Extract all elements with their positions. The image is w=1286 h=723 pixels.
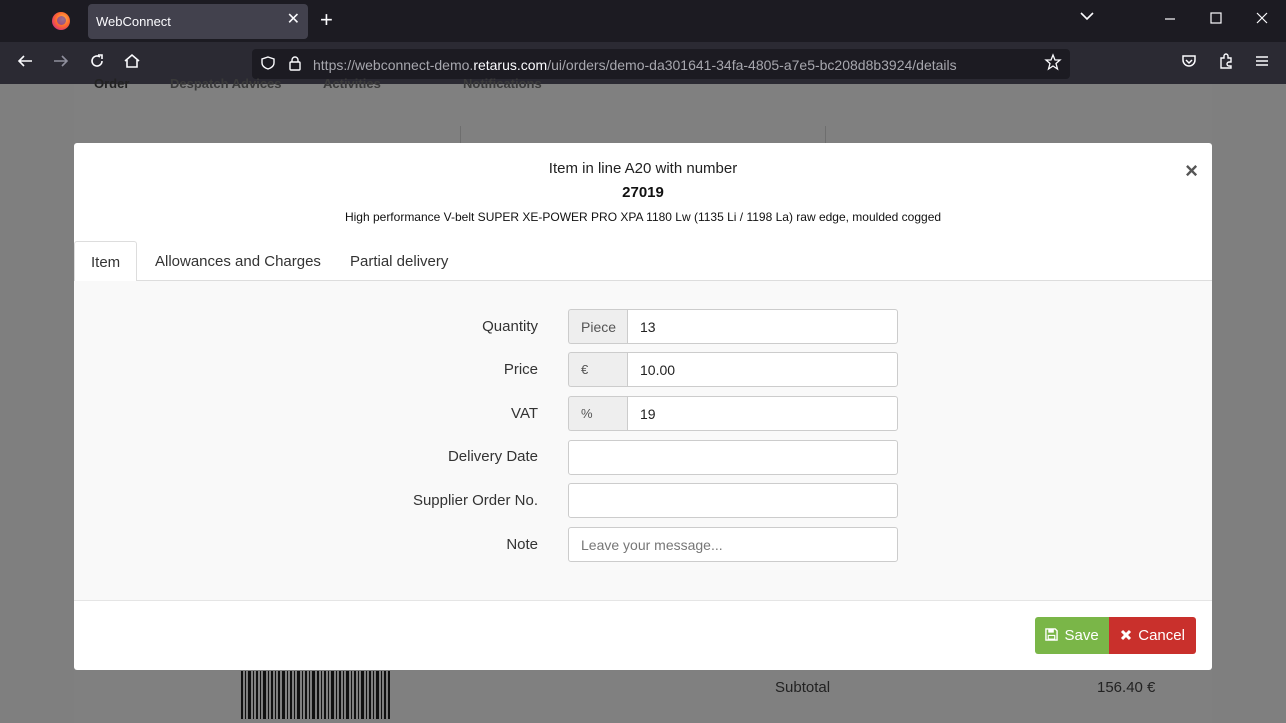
price-input[interactable]: 10.00 — [627, 352, 898, 387]
url-domain: retarus.com — [473, 57, 548, 73]
note-label: Note — [506, 536, 538, 553]
url-path: /ui/orders/demo-da301641-34fa-4805-a7e5-… — [547, 57, 957, 73]
url-text[interactable]: https://webconnect-demo.retarus.com/ui/o… — [313, 57, 957, 73]
bookmark-star-icon[interactable] — [1044, 53, 1062, 76]
vat-label: VAT — [511, 405, 538, 422]
tab-item[interactable]: Item — [74, 241, 138, 282]
bg-tab-notifications: Notifications — [463, 76, 542, 91]
item-form: Quantity Piece 13 Price € 10.00 VAT % 19… — [74, 281, 1212, 601]
tracking-protection-shield-icon[interactable] — [260, 55, 276, 74]
percent-addon: % — [568, 396, 628, 431]
browser-tab-bar: WebConnect ✕ + — [0, 0, 1286, 42]
bg-divider — [460, 126, 461, 143]
times-icon — [1121, 629, 1132, 641]
lock-icon[interactable] — [287, 55, 303, 74]
url-prefix: https://webconnect-demo. — [313, 57, 474, 73]
item-modal: × Item in line A20 with number 27019 Hig… — [74, 143, 1212, 670]
subtotal-label: Subtotal — [775, 679, 831, 696]
extensions-icon[interactable] — [1217, 52, 1235, 74]
floppy-disk-icon — [1045, 628, 1059, 641]
tab-partial-delivery[interactable]: Partial delivery — [334, 241, 464, 281]
modal-tabs: Item Allowances and Charges Partial deli… — [74, 241, 1212, 282]
bg-tab-despatch: Despatch Advices — [170, 76, 282, 91]
tab-list-chevron-icon[interactable] — [1079, 8, 1095, 29]
minimize-icon[interactable] — [1162, 10, 1178, 31]
home-icon[interactable] — [123, 52, 141, 74]
delivery-date-input[interactable] — [568, 440, 898, 475]
pocket-icon[interactable] — [1180, 52, 1198, 74]
supplier-order-input[interactable] — [568, 483, 898, 518]
app-menu-icon[interactable] — [1253, 52, 1271, 74]
delivery-date-label: Delivery Date — [447, 448, 538, 465]
quantity-unit-addon: Piece — [568, 309, 628, 344]
back-icon[interactable] — [16, 52, 34, 74]
modal-footer: Save Cancel — [74, 600, 1212, 670]
supplier-order-label: Supplier Order No. — [412, 492, 538, 509]
bg-tab-order: Order — [94, 76, 130, 91]
tab-title: WebConnect — [96, 14, 171, 29]
modal-title: Item in line A20 with number — [548, 160, 738, 177]
barcode-image — [241, 671, 390, 719]
window-close-icon[interactable] — [1254, 10, 1270, 31]
quantity-label: Quantity — [482, 318, 538, 335]
new-tab-icon[interactable]: + — [320, 8, 333, 32]
bg-divider — [825, 126, 826, 143]
vat-input[interactable]: 19 — [627, 396, 898, 431]
reload-icon[interactable] — [88, 52, 106, 74]
tab-close-icon[interactable]: ✕ — [287, 11, 300, 29]
item-number: 27019 — [622, 184, 664, 201]
bg-tab-activities: Activities — [323, 76, 381, 91]
subtotal-value: 156.40 € — [1097, 679, 1156, 696]
quantity-input[interactable]: 13 — [627, 309, 898, 344]
url-bar[interactable]: https://webconnect-demo.retarus.com/ui/o… — [252, 49, 1070, 79]
cancel-label: Cancel — [1138, 627, 1185, 644]
note-placeholder: Leave your message... — [581, 537, 723, 553]
note-input[interactable]: Leave your message... — [568, 527, 898, 562]
save-button[interactable]: Save — [1035, 617, 1109, 654]
item-description: High performance V-belt SUPER XE-POWER P… — [344, 210, 942, 224]
price-label: Price — [503, 361, 538, 378]
save-label: Save — [1064, 627, 1099, 644]
forward-icon[interactable] — [52, 52, 70, 74]
browser-tab[interactable]: WebConnect ✕ — [88, 4, 308, 39]
firefox-logo-icon — [52, 12, 70, 30]
tab-allowances-and-charges[interactable]: Allowances and Charges — [139, 241, 337, 281]
cancel-button[interactable]: Cancel — [1109, 617, 1196, 654]
maximize-icon[interactable] — [1208, 10, 1224, 31]
currency-addon: € — [568, 352, 628, 387]
